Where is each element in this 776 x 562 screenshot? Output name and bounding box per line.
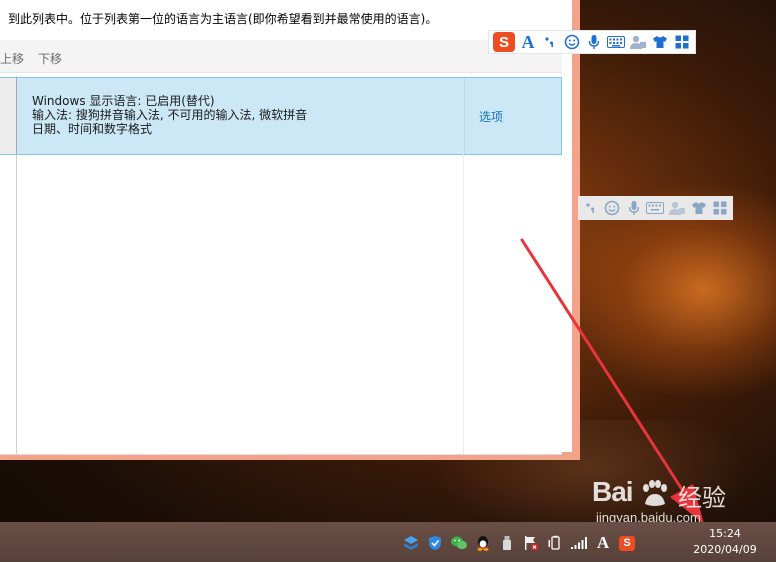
network-signal-icon[interactable] (570, 534, 588, 552)
input-mode-indicator[interactable]: A (594, 533, 612, 552)
column-divider (463, 154, 464, 454)
move-up-button[interactable]: 上移 (0, 50, 24, 67)
toolbox-grid-icon (712, 199, 729, 217)
language-row-handle (0, 78, 17, 154)
language-list: Windows 显示语言: 已启用(替代) 输入法: 搜狗拼音输入法, 不可用的… (0, 76, 562, 455)
punctuation-icon[interactable] (541, 33, 559, 51)
wechat-icon[interactable] (450, 534, 468, 552)
language-row[interactable]: Windows 显示语言: 已启用(替代) 输入法: 搜狗拼音输入法, 不可用的… (0, 77, 562, 155)
microphone-icon[interactable] (585, 33, 603, 51)
watermark-brand: Bai (592, 476, 634, 507)
sogou-ime-icon[interactable]: S (618, 534, 636, 552)
keyboard-icon[interactable] (607, 33, 625, 51)
toolbox-grid-icon[interactable] (673, 33, 691, 51)
baidu-jingyan-watermark: Bai 经验 jingyan.baidu.com (592, 476, 772, 526)
dropbox-icon[interactable] (402, 534, 420, 552)
sogou-logo-icon[interactable]: S (493, 32, 515, 52)
qq-icon[interactable] (474, 534, 492, 552)
emoji-icon (603, 199, 620, 217)
power-icon[interactable] (546, 534, 564, 552)
sogou-ime-toolbar: S A (488, 30, 696, 54)
move-down-button[interactable]: 下移 (38, 50, 62, 67)
display-language-status: Windows 显示语言: 已启用(替代) (32, 94, 215, 108)
punctuation-icon (582, 199, 599, 217)
skin-shirt-icon (690, 199, 707, 217)
usb-device-icon[interactable] (498, 534, 516, 552)
system-tray: A S (402, 533, 636, 552)
skin-shirt-icon[interactable] (651, 33, 669, 51)
input-methods-list: 输入法: 搜狗拼音输入法, 不可用的输入法, 微软拼音 (32, 108, 308, 122)
microphone-icon (625, 199, 642, 217)
sogou-ime-toolbar-ghost (578, 196, 733, 220)
language-options-link[interactable]: 选项 (479, 108, 503, 125)
language-toolbar: 上移 下移 (0, 40, 562, 73)
baidu-paw-icon (643, 480, 667, 506)
shield-icon[interactable] (426, 534, 444, 552)
user-icon (668, 199, 686, 217)
window-content: 到此列表中。位于列表第一位的语言为主语言(即你希望看到并最常使用的语言)。 上移… (0, 0, 572, 455)
keyboard-icon (646, 199, 665, 217)
language-row-details: Windows 显示语言: 已启用(替代) 输入法: 搜狗拼音输入法, 不可用的… (32, 94, 307, 136)
taskbar: A S 15:24 2020/04/09 (0, 522, 776, 562)
clock-date: 2020/04/09 (693, 543, 757, 556)
chinese-english-toggle-icon[interactable]: A (519, 32, 537, 52)
action-center-flag-icon[interactable] (522, 534, 540, 552)
date-time-format: 日期、时间和数字格式 (32, 122, 153, 136)
language-list-description: 到此列表中。位于列表第一位的语言为主语言(即你希望看到并最常使用的语言)。 (8, 12, 438, 26)
language-settings-window: 到此列表中。位于列表第一位的语言为主语言(即你希望看到并最常使用的语言)。 上移… (0, 0, 580, 460)
taskbar-clock[interactable]: 15:24 2020/04/09 (690, 526, 760, 558)
emoji-icon[interactable] (563, 33, 581, 51)
watermark-suffix: 经验 (678, 484, 726, 512)
clock-time: 15:24 (709, 527, 741, 540)
column-divider (464, 78, 465, 154)
user-icon[interactable] (629, 33, 647, 51)
